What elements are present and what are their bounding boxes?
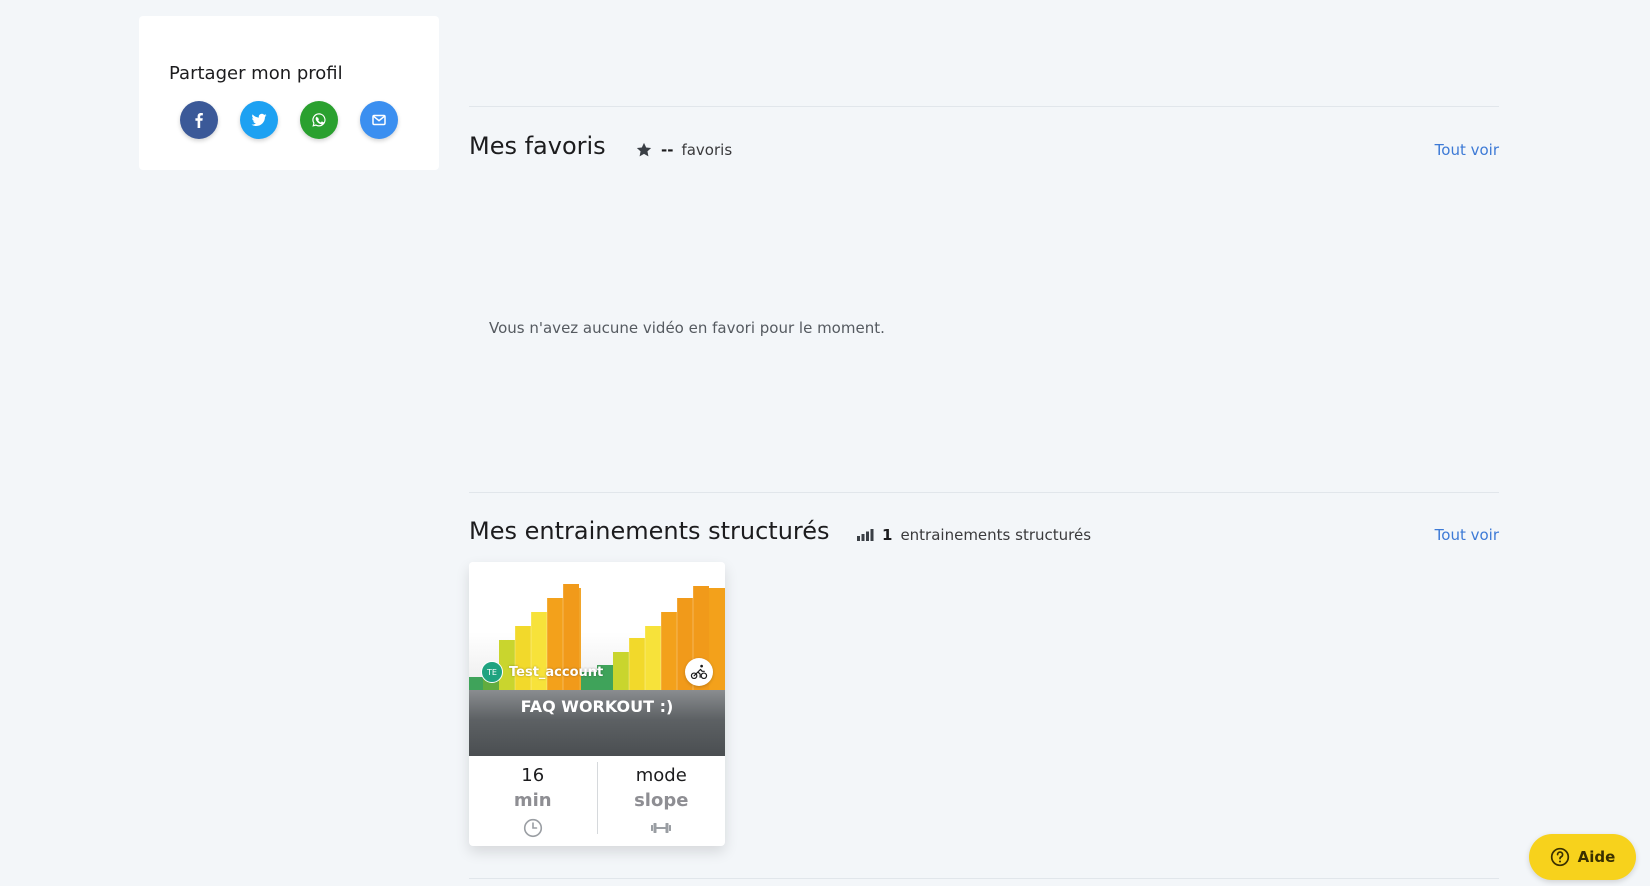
facebook-icon bbox=[195, 112, 203, 128]
cycling-icon bbox=[685, 658, 713, 686]
workout-stats: 16 min mode slope bbox=[469, 756, 725, 846]
workouts-title: Mes entrainements structurés bbox=[469, 517, 830, 545]
workout-author-name: Test_account bbox=[509, 664, 604, 680]
section-divider bbox=[469, 492, 1499, 493]
facebook-share-button[interactable] bbox=[180, 101, 218, 139]
workouts-see-all-link[interactable]: Tout voir bbox=[1435, 526, 1499, 544]
workout-author: TE Test_account bbox=[481, 661, 603, 683]
help-label: Aide bbox=[1577, 848, 1616, 866]
mode-value: mode bbox=[635, 765, 687, 786]
twitter-share-button[interactable] bbox=[240, 101, 278, 139]
favorites-title: Mes favoris bbox=[469, 132, 606, 160]
favorites-count: -- favoris bbox=[635, 141, 732, 159]
clock-icon bbox=[523, 818, 542, 838]
section-divider bbox=[469, 878, 1499, 879]
question-icon bbox=[1550, 847, 1569, 867]
help-button[interactable]: Aide bbox=[1529, 834, 1636, 880]
duration-value: 16 bbox=[521, 765, 545, 786]
share-profile-card: Partager mon profil bbox=[139, 16, 439, 170]
favorites-see-all-link[interactable]: Tout voir bbox=[1435, 141, 1499, 159]
workout-title: FAQ WORKOUT :) bbox=[520, 697, 674, 716]
workouts-count-label: entrainements structurés bbox=[900, 526, 1092, 544]
workouts-count-value: 1 bbox=[882, 526, 893, 544]
twitter-icon bbox=[251, 113, 267, 126]
star-icon bbox=[636, 142, 652, 157]
workout-card[interactable]: TE Test_account FAQ WORKOUT :) 16 min mo… bbox=[469, 562, 725, 846]
section-divider bbox=[469, 106, 1499, 107]
mode-unit: slope bbox=[634, 790, 689, 811]
dumbbell-icon bbox=[651, 823, 672, 833]
workouts-count: 1 entrainements structurés bbox=[856, 526, 1091, 544]
favorites-count-label: favoris bbox=[681, 141, 733, 159]
whatsapp-share-button[interactable] bbox=[300, 101, 338, 139]
workout-mode: mode slope bbox=[598, 756, 726, 846]
favorites-count-value: -- bbox=[661, 141, 674, 159]
workout-duration: 16 min bbox=[469, 756, 597, 846]
mail-icon bbox=[372, 114, 386, 126]
favorites-empty-message: Vous n'avez aucune vidéo en favori pour … bbox=[489, 319, 885, 337]
avatar: TE bbox=[481, 661, 503, 683]
email-share-button[interactable] bbox=[360, 101, 398, 139]
bar-chart-icon bbox=[857, 529, 874, 541]
share-profile-title: Partager mon profil bbox=[169, 63, 343, 84]
whatsapp-icon bbox=[312, 113, 326, 127]
duration-unit: min bbox=[513, 790, 552, 811]
share-buttons bbox=[180, 101, 398, 139]
